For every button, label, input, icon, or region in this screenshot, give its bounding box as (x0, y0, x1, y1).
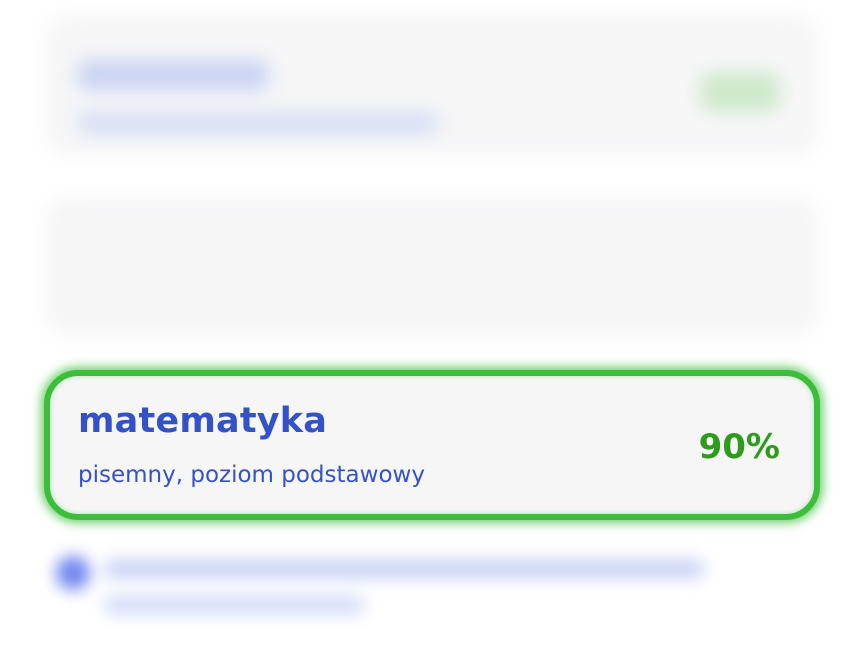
result-score (700, 72, 780, 112)
result-subject (78, 60, 268, 90)
result-card-highlighted[interactable]: matematyka pisemny, poziom podstawowy 90… (44, 370, 820, 520)
info-text-line (104, 560, 704, 578)
result-card[interactable] (44, 14, 820, 156)
result-details: pisemny, poziom podstawowy (78, 462, 425, 488)
exam-results-screen: matematyka pisemny, poziom podstawowy 90… (0, 0, 862, 654)
info-text-line (104, 596, 364, 614)
info-note (48, 552, 728, 632)
result-subject: matematyka (78, 401, 328, 441)
info-circle-icon (56, 556, 90, 590)
result-score: 90% (698, 427, 780, 467)
result-details (78, 112, 438, 134)
result-card[interactable] (44, 196, 820, 336)
